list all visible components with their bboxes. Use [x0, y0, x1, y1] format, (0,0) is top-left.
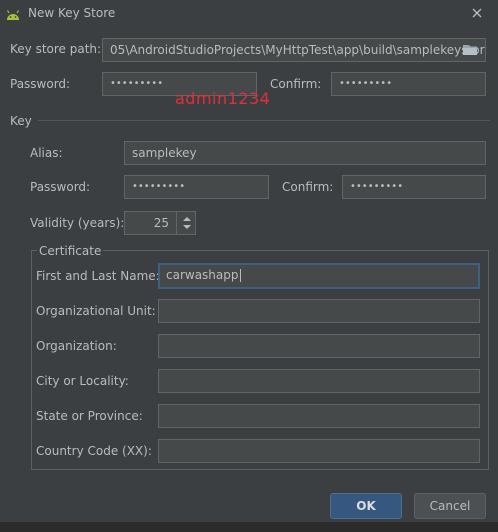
key-confirm-field[interactable]: ••••••••• — [342, 175, 486, 199]
city-field[interactable] — [158, 369, 480, 393]
org-unit-field[interactable] — [158, 299, 480, 323]
text-cursor — [239, 269, 241, 282]
certificate-section-title: Certificate — [37, 244, 104, 258]
organization-field[interactable] — [158, 334, 480, 358]
ok-button[interactable]: OK — [330, 493, 402, 519]
title-bar: New Key Store — [0, 0, 498, 28]
state-label: State or Province: — [36, 409, 143, 423]
keystore-password-label: Password: — [10, 77, 71, 91]
keystore-confirm-field[interactable]: ••••••••• — [331, 72, 486, 96]
cancel-button[interactable]: Cancel — [414, 493, 486, 519]
first-last-name-field[interactable]: carwashapp — [158, 263, 480, 289]
folder-icon[interactable] — [462, 43, 478, 56]
organization-label: Organization: — [36, 339, 117, 353]
stepper-arrows-icon[interactable] — [177, 211, 197, 235]
keystore-confirm-label: Confirm: — [270, 77, 322, 91]
city-label: City or Locality: — [36, 374, 129, 388]
validity-label: Validity (years): — [30, 216, 125, 230]
first-last-name-value: carwashapp — [166, 268, 239, 282]
alias-field[interactable]: samplekey — [124, 141, 486, 165]
password-annotation: admin1234 — [175, 89, 271, 108]
android-icon — [6, 10, 20, 20]
org-unit-label: Organizational Unit: — [36, 304, 156, 318]
close-icon[interactable] — [469, 5, 485, 21]
key-section-title: Key — [10, 114, 32, 128]
window-title: New Key Store — [28, 6, 116, 20]
alias-label: Alias: — [30, 146, 63, 160]
background-strip — [0, 522, 498, 532]
key-confirm-label: Confirm: — [282, 180, 334, 194]
key-section-divider — [38, 120, 490, 121]
key-password-label: Password: — [30, 180, 91, 194]
country-code-label: Country Code (XX): — [36, 444, 152, 458]
country-code-field[interactable] — [158, 439, 480, 463]
validity-stepper[interactable] — [176, 211, 196, 235]
first-last-name-label: First and Last Name: — [36, 269, 160, 283]
state-field[interactable] — [158, 404, 480, 428]
keystore-path-field[interactable]: 05\AndroidStudioProjects\MyHttpTest\app\… — [102, 38, 486, 62]
key-password-field[interactable]: ••••••••• — [124, 175, 269, 199]
keystore-path-label: Key store path: — [10, 42, 102, 56]
